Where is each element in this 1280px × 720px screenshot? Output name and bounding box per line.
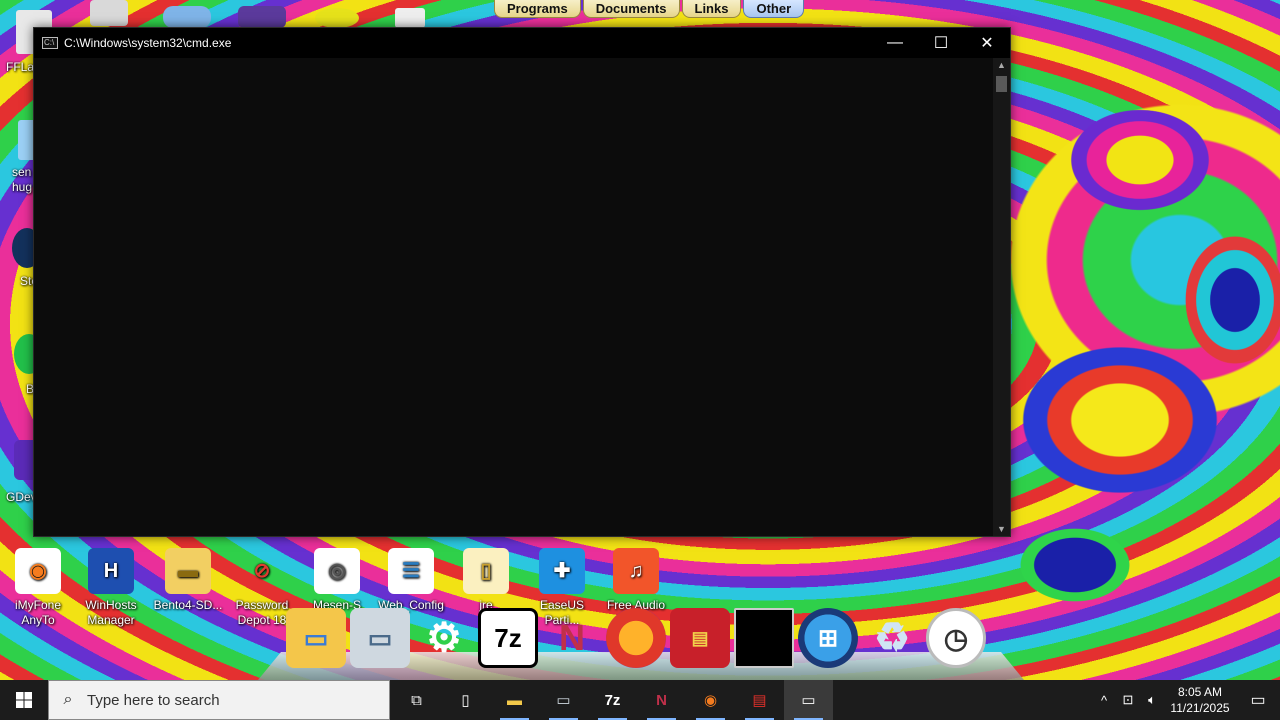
7zip-icon[interactable]: 7z [478, 608, 538, 668]
desktop-icon-label: WinHosts Manager [85, 598, 137, 627]
imyfone-icon: ◉ [15, 548, 61, 594]
top-desktop-icon-5[interactable] [395, 8, 425, 28]
top-desktop-icon-2[interactable] [163, 6, 211, 28]
notepad-icon[interactable]: ▯ [441, 680, 490, 720]
window-title: C:\Windows\system32\cmd.exe [64, 36, 232, 50]
audio-convert-icon: ♫ [613, 548, 659, 594]
search-icon: ⌕ [63, 691, 73, 708]
tab-other[interactable]: Other [743, 0, 805, 18]
desktop-icon-winhosts[interactable]: H WinHosts Manager [73, 548, 149, 628]
settings-gear-icon[interactable]: ⚙ [414, 608, 474, 668]
taskbar-apps: ⧉ ▯ ▬ ▭ 7z N ◉ ▤ ▭ [392, 680, 833, 720]
taskbar-search-box[interactable]: ⌕ Type here to search [48, 680, 390, 720]
desktop-icon-label: Bento4-SD... [153, 598, 223, 612]
scroll-down-icon[interactable]: ▼ [993, 522, 1010, 536]
easeus-icon: ✚ [539, 548, 585, 594]
show-hidden-icons-chevron-icon[interactable]: ^ [1092, 693, 1116, 708]
search-placeholder: Type here to search [87, 691, 220, 709]
scroll-thumb[interactable] [996, 76, 1007, 92]
clock-icon[interactable]: ◷ [926, 608, 986, 668]
vertical-scrollbar[interactable]: ▲ ▼ [993, 58, 1010, 536]
cmd-app-icon: C:\ [42, 37, 58, 49]
file-explorer-icon[interactable]: ▬ [490, 680, 539, 720]
cmd-taskbar-icon[interactable]: ▭ [784, 680, 833, 720]
cmd-titlebar[interactable]: C:\ C:\Windows\system32\cmd.exe — ☐ ✕ [34, 28, 1010, 58]
7zip-taskbar-icon[interactable]: 7z [588, 680, 637, 720]
start-button[interactable] [0, 680, 48, 720]
password-depot-icon: ⊘ [253, 559, 271, 582]
top-desktop-icon-1[interactable] [90, 0, 128, 26]
minimize-button[interactable]: — [872, 28, 918, 58]
desktop-icon-web-config[interactable]: ☰ Web_Config [373, 548, 449, 613]
monitor-icon[interactable]: ▭ [350, 608, 410, 668]
tab-programs[interactable]: Programs [494, 0, 581, 18]
system-tray: ^ ⊡ 🔈︎ 8:05 AM 11/21/2025 ▭ [1092, 680, 1280, 720]
clock-time: 8:05 AM [1177, 685, 1223, 699]
firefox-icon[interactable] [606, 608, 666, 668]
folder-icon: ▯ [463, 548, 509, 594]
recycle-bin-icon[interactable]: ♻ [862, 608, 922, 668]
top-desktop-icon-3[interactable] [238, 6, 286, 28]
task-view-icon[interactable]: ⧉ [392, 680, 441, 720]
windows-orb-icon[interactable]: ⊞ [798, 608, 858, 668]
desktop-icon-bento4[interactable]: ▬ Bento4-SD... [150, 548, 226, 613]
folder-icon: ▬ [165, 548, 211, 594]
maximize-button[interactable]: ☐ [918, 28, 964, 58]
folder-icon[interactable]: ▭ [286, 608, 346, 668]
winrar-icon[interactable]: ▤ [670, 608, 730, 668]
dock: ▭ ▭ ⚙ 7z N ▤ ⊞ ♻ ◷ [286, 608, 986, 668]
desktop-icon-label: iMyFone AnyTo [14, 598, 61, 627]
winhosts-icon: H [88, 548, 134, 594]
top-desktop-icon-4[interactable] [315, 8, 359, 28]
scroll-up-icon[interactable]: ▲ [993, 58, 1010, 72]
taskbar: ⌕ Type here to search ⧉ ▯ ▬ ▭ 7z N ◉ ▤ ▭… [0, 680, 1280, 720]
n-app-icon[interactable]: N [542, 608, 602, 668]
desktop-icon-mesen[interactable]: ◎ Mesen-S [299, 548, 375, 613]
tab-links[interactable]: Links [681, 0, 742, 18]
close-button[interactable]: ✕ [964, 28, 1010, 58]
monitor-app-icon[interactable]: ▭ [539, 680, 588, 720]
volume-icon[interactable]: 🔈︎ [1140, 692, 1164, 708]
terminal-icon[interactable] [734, 608, 794, 668]
windows-logo-icon [16, 692, 32, 708]
config-file-icon: ☰ [388, 548, 434, 594]
n-app-taskbar-icon[interactable]: N [637, 680, 686, 720]
taskbar-clock[interactable]: 8:05 AM 11/21/2025 [1164, 684, 1236, 716]
winrar-taskbar-icon[interactable]: ▤ [735, 680, 784, 720]
desktop-icon-jre[interactable]: ▯ jre [448, 548, 524, 613]
cmd-window[interactable]: C:\ C:\Windows\system32\cmd.exe — ☐ ✕ ▲ … [33, 27, 1011, 537]
clock-date: 11/21/2025 [1170, 701, 1230, 715]
desktop-icon-imyfone[interactable]: ◉ iMyFone AnyTo [0, 548, 76, 628]
eye-icon: ◎ [314, 548, 360, 594]
firefox-taskbar-icon[interactable]: ◉ [686, 680, 735, 720]
quick-launch-tabs: Programs Documents Links Other [494, 0, 806, 18]
network-icon[interactable]: ⊡ [1116, 692, 1140, 708]
action-center-icon[interactable]: ▭ [1236, 690, 1280, 710]
tab-documents[interactable]: Documents [582, 0, 680, 18]
console-output-area[interactable] [34, 58, 1010, 536]
